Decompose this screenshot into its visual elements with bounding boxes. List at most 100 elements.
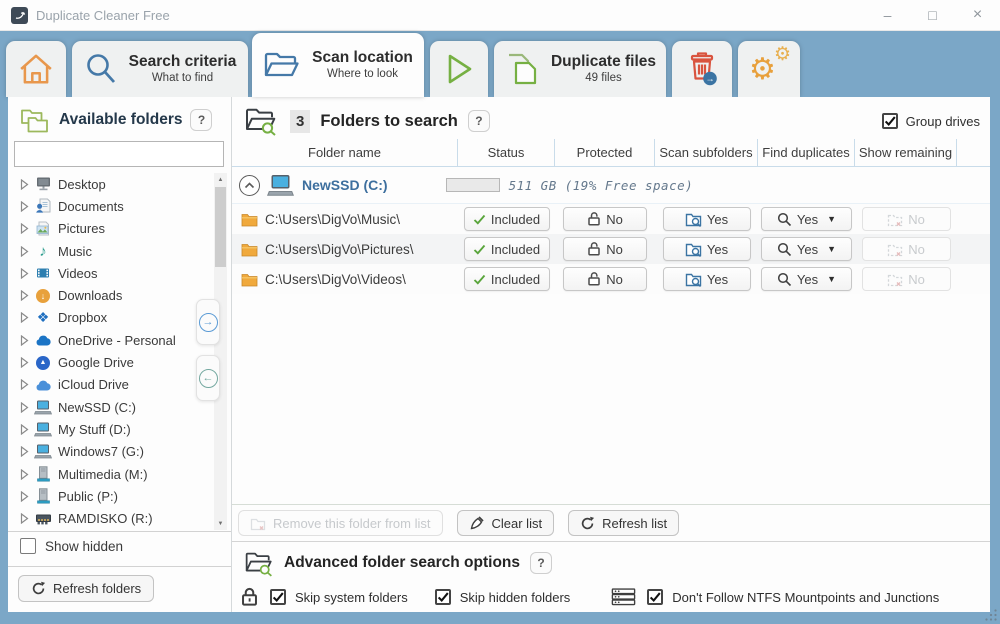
- expand-caret-icon[interactable]: [20, 290, 29, 301]
- expand-caret-icon[interactable]: [20, 446, 29, 457]
- search-icon: [84, 52, 118, 86]
- expand-caret-icon[interactable]: [20, 469, 29, 480]
- scrollbar-thumb[interactable]: [215, 187, 226, 267]
- expand-caret-icon[interactable]: [20, 223, 29, 234]
- tree-item-downloads[interactable]: ↓ Downloads: [12, 284, 212, 306]
- expand-caret-icon[interactable]: [20, 424, 29, 435]
- expand-caret-icon[interactable]: [20, 402, 29, 413]
- tab-home[interactable]: [6, 41, 66, 97]
- refresh-folders-button[interactable]: Refresh folders: [18, 575, 154, 602]
- show-remaining-button: No: [862, 207, 951, 231]
- main-title: Folders to search: [320, 112, 458, 131]
- folder-scan-icon: [685, 211, 702, 228]
- expand-caret-icon[interactable]: [20, 312, 29, 323]
- add-folder-to-list-button[interactable]: →: [196, 299, 220, 345]
- tree-item-mystuff-d[interactable]: My Stuff (D:): [12, 418, 212, 440]
- expand-caret-icon[interactable]: [20, 201, 29, 212]
- status-button[interactable]: Included: [464, 267, 550, 291]
- tab-search-criteria[interactable]: Search criteriaWhat to find: [72, 41, 248, 97]
- status-button[interactable]: Included: [464, 207, 550, 231]
- table-header: Folder name Status Protected Scan subfol…: [232, 139, 990, 167]
- column-find-duplicates[interactable]: Find duplicates: [758, 139, 855, 166]
- resize-grip[interactable]: [984, 608, 998, 622]
- help-button-folders[interactable]: ?: [190, 109, 212, 131]
- folder-path: C:\Users\DigVo\Videos\: [265, 272, 406, 287]
- tree-item-pictures[interactable]: Pictures: [12, 218, 212, 240]
- column-scan-subfolders[interactable]: Scan subfolders: [655, 139, 758, 166]
- expand-caret-icon[interactable]: [20, 513, 29, 524]
- column-protected[interactable]: Protected: [555, 139, 655, 166]
- expand-caret-icon[interactable]: [20, 335, 29, 346]
- clear-list-button[interactable]: Clear list: [457, 510, 555, 536]
- table-row[interactable]: C:\Users\DigVo\Pictures\ Included No Yes…: [232, 234, 990, 264]
- protected-button[interactable]: No: [563, 207, 647, 231]
- tree-scrollbar[interactable]: ▲ ▼: [214, 173, 227, 530]
- tree-item-desktop[interactable]: Desktop: [12, 173, 212, 195]
- expand-caret-icon[interactable]: [20, 491, 29, 502]
- ram-disk-icon: [34, 511, 52, 526]
- column-show-remaining[interactable]: Show remaining: [855, 139, 957, 166]
- expand-caret-icon[interactable]: [20, 179, 29, 190]
- close-button[interactable]: ×: [955, 6, 1000, 24]
- help-button-advanced[interactable]: ?: [530, 552, 552, 574]
- tree-item-videos[interactable]: Videos: [12, 262, 212, 284]
- folder-filter-input[interactable]: [14, 141, 224, 167]
- table-row[interactable]: C:\Users\DigVo\Videos\ Included No Yes Y…: [232, 264, 990, 294]
- tab-scan-location[interactable]: Scan locationWhere to look: [252, 33, 424, 97]
- tree-item-newssd-c[interactable]: NewSSD (C:): [12, 396, 212, 418]
- expand-caret-icon[interactable]: [20, 246, 29, 257]
- group-drives-checkbox[interactable]: [882, 113, 898, 129]
- scroll-down-arrow[interactable]: ▼: [214, 517, 227, 530]
- tree-item-google-drive[interactable]: ▲ Google Drive: [12, 351, 212, 373]
- skip-system-folders-checkbox[interactable]: [270, 589, 286, 605]
- skip-hidden-folders-checkbox[interactable]: [435, 589, 451, 605]
- tab-run-scan[interactable]: [430, 41, 488, 97]
- column-folder-name[interactable]: Folder name: [232, 139, 458, 166]
- tree-item-ramdisko-r[interactable]: RAMDISKO (R:): [12, 507, 212, 529]
- remove-folder-from-list-button[interactable]: ←: [196, 355, 220, 401]
- scroll-up-arrow[interactable]: ▲: [214, 173, 227, 186]
- scan-subfolders-button[interactable]: Yes: [663, 267, 751, 291]
- tab-removal[interactable]: →: [672, 41, 732, 97]
- expand-caret-icon[interactable]: [20, 379, 29, 390]
- check-icon: [473, 214, 486, 225]
- status-button[interactable]: Included: [464, 237, 550, 261]
- minimize-button[interactable]: –: [865, 7, 910, 23]
- lock-icon: [240, 587, 259, 607]
- divider: [8, 566, 231, 567]
- column-status[interactable]: Status: [458, 139, 555, 166]
- videos-icon: [34, 265, 52, 281]
- tab-settings[interactable]: ⚙ ⚙: [738, 41, 800, 97]
- find-duplicates-dropdown[interactable]: Yes▼: [761, 237, 852, 261]
- tree-item-onedrive[interactable]: OneDrive - Personal: [12, 329, 212, 351]
- help-button-search[interactable]: ?: [468, 110, 490, 132]
- protected-button[interactable]: No: [563, 267, 647, 291]
- table-row[interactable]: C:\Users\DigVo\Music\ Included No Yes Ye…: [232, 204, 990, 234]
- collapse-drive-button[interactable]: [239, 175, 260, 196]
- drive-name: NewSSD (C:): [302, 177, 388, 193]
- tree-item-icloud[interactable]: iCloud Drive: [12, 374, 212, 396]
- tree-item-dropbox[interactable]: ❖ Dropbox: [12, 307, 212, 329]
- refresh-list-button[interactable]: Refresh list: [568, 510, 679, 536]
- find-duplicates-dropdown[interactable]: Yes▼: [761, 267, 852, 291]
- tree-item-public-p[interactable]: Public (P:): [12, 485, 212, 507]
- ntfs-mountpoints-label: Don't Follow NTFS Mountpoints and Juncti…: [672, 590, 939, 605]
- maximize-button[interactable]: □: [910, 7, 955, 23]
- scan-subfolders-button[interactable]: Yes: [663, 207, 751, 231]
- advanced-options-title: Advanced folder search options: [284, 554, 520, 572]
- tree-item-music[interactable]: ♪ Music: [12, 240, 212, 262]
- tab-duplicate-files[interactable]: Duplicate files49 files: [494, 41, 666, 97]
- scan-subfolders-button[interactable]: Yes: [663, 237, 751, 261]
- tree-item-documents[interactable]: Documents: [12, 195, 212, 217]
- expand-caret-icon[interactable]: [20, 268, 29, 279]
- tab-label: Duplicate files: [551, 53, 656, 71]
- find-duplicates-dropdown[interactable]: Yes▼: [761, 207, 852, 231]
- unlock-icon: [587, 241, 601, 257]
- tree-item-multimedia-m[interactable]: Multimedia (M:): [12, 463, 212, 485]
- tree-item-windows7-g[interactable]: Windows7 (G:): [12, 441, 212, 463]
- protected-button[interactable]: No: [563, 237, 647, 261]
- expand-caret-icon[interactable]: [20, 357, 29, 368]
- show-hidden-checkbox[interactable]: [20, 538, 36, 554]
- ntfs-mountpoints-checkbox[interactable]: [647, 589, 663, 605]
- broom-icon: [469, 515, 485, 531]
